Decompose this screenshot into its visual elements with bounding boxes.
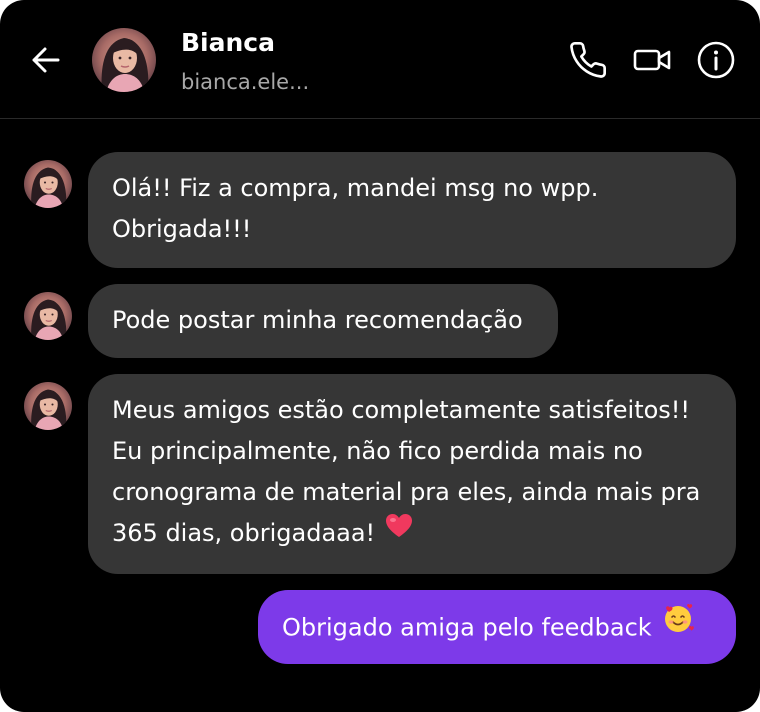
- message-text-line: Eu principalmente, não fico perdida mais…: [112, 437, 643, 465]
- info-icon: [697, 41, 735, 79]
- chat-window: Bianca bianca.ele... Olá!! Fiz a compra,…: [0, 0, 760, 712]
- message-text-line: Obrigada!!!: [112, 215, 252, 243]
- outgoing-message[interactable]: Obrigado amiga pelo feedback: [258, 590, 736, 664]
- incoming-message[interactable]: Olá!! Fiz a compra, mandei msg no wpp. O…: [88, 152, 736, 268]
- sender-avatar[interactable]: [24, 160, 72, 208]
- smiling-face-with-hearts-emoji: [662, 603, 694, 648]
- message-text-line: 365 dias, obrigadaaa!: [112, 519, 376, 547]
- message-text-line: Pode postar minha recomendação: [112, 306, 523, 334]
- contact-handle[interactable]: bianca.ele...: [181, 66, 309, 98]
- red-heart-emoji: [385, 511, 413, 552]
- sender-avatar[interactable]: [24, 292, 72, 340]
- video-camera-icon: [633, 49, 671, 71]
- video-call-button[interactable]: [632, 40, 672, 80]
- message-text-line: Olá!! Fiz a compra, mandei msg no wpp.: [112, 174, 599, 202]
- message-text-line: Obrigado amiga pelo feedback: [282, 613, 652, 642]
- audio-call-button[interactable]: [568, 40, 608, 80]
- chat-header: Bianca bianca.ele...: [0, 0, 760, 119]
- phone-icon: [570, 41, 607, 78]
- incoming-message[interactable]: Pode postar minha recomendação: [88, 284, 558, 358]
- contact-name[interactable]: Bianca: [181, 26, 275, 60]
- conversation-info-button[interactable]: [696, 40, 736, 80]
- contact-avatar[interactable]: [92, 28, 156, 92]
- incoming-message[interactable]: Meus amigos estão completamente satisfei…: [88, 374, 736, 574]
- back-button[interactable]: [26, 40, 66, 80]
- sender-avatar[interactable]: [24, 382, 72, 430]
- arrow-left-icon: [32, 47, 60, 73]
- message-text-line: cronograma de material pra eles, ainda m…: [112, 478, 701, 506]
- message-text-line: Meus amigos estão completamente satisfei…: [112, 396, 691, 424]
